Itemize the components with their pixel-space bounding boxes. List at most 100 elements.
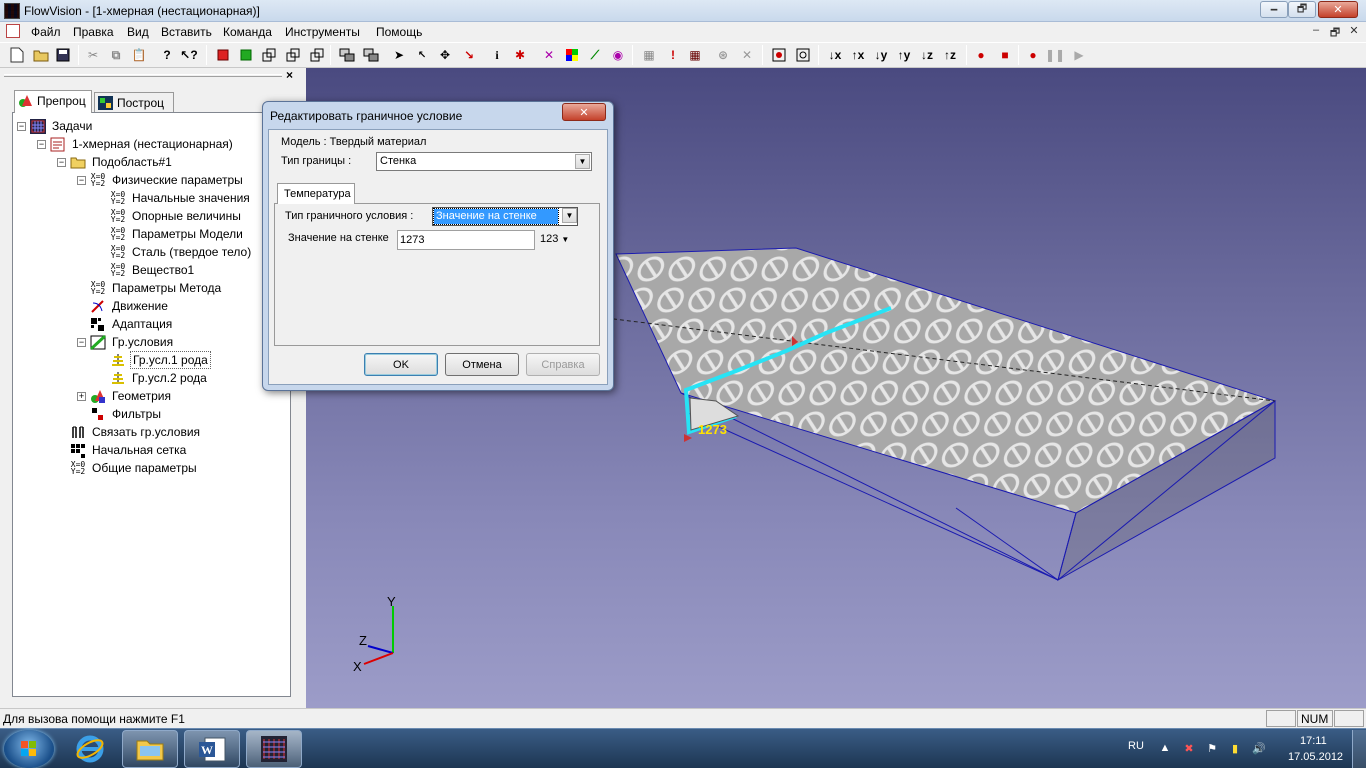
panel-grip[interactable] xyxy=(4,74,282,77)
layers-icon[interactable] xyxy=(260,46,278,64)
taskbar-flowvision[interactable] xyxy=(246,730,302,768)
run-icon[interactable]: ● xyxy=(972,46,990,64)
tree-node-steel[interactable]: X=0 Y=2 Сталь (твердое тело) xyxy=(17,243,290,261)
taskbar-explorer[interactable] xyxy=(122,730,178,768)
collapse-toggle[interactable]: − xyxy=(77,337,86,347)
tree-node-adaptation[interactable]: Адаптация xyxy=(17,315,290,333)
menu-file[interactable]: Файл xyxy=(31,25,61,39)
bc-type-dropdown[interactable]: ▼ xyxy=(560,208,577,225)
tab-temperature[interactable]: Температура xyxy=(277,183,355,204)
clock-date[interactable]: 17.05.2012 xyxy=(1288,751,1343,763)
tree-node-initial[interactable]: X=0 Y=2 Начальные значения xyxy=(17,189,290,207)
tree-node-method-params[interactable]: X=0 Y=2 Параметры Метода xyxy=(17,279,290,297)
cut-icon[interactable]: ✂ xyxy=(84,46,102,64)
axis-up-z-icon[interactable]: ↑z xyxy=(939,46,961,64)
layers2-icon[interactable] xyxy=(284,46,302,64)
project-tree[interactable]: − Задачи −1-хмерная (нестационарная) − Под… xyxy=(12,112,291,697)
open-icon[interactable] xyxy=(32,46,50,64)
start-button[interactable] xyxy=(4,730,54,768)
close-button[interactable]: ✕ xyxy=(1318,1,1358,18)
tree-node-filters[interactable]: Фильтры xyxy=(17,405,290,423)
tree-node-geometry[interactable]: + Геометрия xyxy=(17,387,290,405)
tab-preprocessor[interactable]: Препроц xyxy=(14,90,92,113)
grid-icon[interactable]: ▦ xyxy=(640,46,658,64)
help-icon[interactable]: ? xyxy=(158,46,176,64)
grid2-icon[interactable]: ▦ xyxy=(686,46,704,64)
collapse-toggle[interactable]: − xyxy=(17,121,26,131)
copy-icon[interactable]: ⧉ xyxy=(107,46,125,64)
minimize-button[interactable]: 🗕 xyxy=(1260,1,1288,18)
camera2-icon[interactable] xyxy=(794,46,812,64)
flowvision-app-icon[interactable] xyxy=(4,3,20,19)
tree-node-substance[interactable]: X=0 Y=2 Вещество1 xyxy=(17,261,290,279)
pointer-icon[interactable]: ➤ xyxy=(390,46,408,64)
probe-icon[interactable]: ↘ xyxy=(460,46,478,64)
bc-type-value[interactable]: Значение на стенке xyxy=(433,208,559,225)
volume-icon[interactable]: 🔊 xyxy=(1252,742,1266,756)
tab-postprocessor[interactable]: Построц xyxy=(94,92,174,113)
paste-icon[interactable]: 📋 xyxy=(130,46,148,64)
cube-red-icon[interactable] xyxy=(214,46,232,64)
mdi-close-button[interactable]: ✕ xyxy=(1346,24,1362,39)
tree-node-subdomain[interactable]: − Подобласть#1 xyxy=(17,153,290,171)
chevron-down-icon[interactable]: ▼ xyxy=(561,235,569,244)
layers3-icon[interactable] xyxy=(308,46,326,64)
clock-time[interactable]: 17:11 xyxy=(1300,735,1327,747)
wall-value-input[interactable] xyxy=(397,230,535,250)
show-desktop-button[interactable] xyxy=(1352,730,1366,768)
camera-icon[interactable] xyxy=(770,46,788,64)
unit-selector[interactable]: 123 ▼ xyxy=(538,230,575,250)
menu-edit[interactable]: Правка xyxy=(73,25,114,39)
menu-tools[interactable]: Инструменты xyxy=(285,25,360,39)
tree-node-link-bc[interactable]: Связать гр.условия xyxy=(17,423,290,441)
exclaim-icon[interactable]: ! xyxy=(664,46,682,64)
tree-node-reference[interactable]: X=0 Y=2 Опорные величины xyxy=(17,207,290,225)
tree-node-physical[interactable]: − X=0 Y=2 Физические параметры xyxy=(17,171,290,189)
action-center-icon[interactable]: ⚑ xyxy=(1205,742,1219,756)
pointer2-icon[interactable]: ↖ xyxy=(413,46,431,64)
graph-icon[interactable]: ⟋ xyxy=(586,46,604,64)
collapse-toggle[interactable]: − xyxy=(57,157,66,167)
boundary-type-select[interactable]: Стенка ▼ xyxy=(376,152,592,171)
menu-view[interactable]: Вид xyxy=(127,25,149,39)
tree-node-initial-grid[interactable]: Начальная сетка xyxy=(17,441,290,459)
panel-close-button[interactable]: × xyxy=(286,68,293,82)
chevron-down-icon[interactable]: ▼ xyxy=(562,208,577,223)
record-dot-icon[interactable]: ● xyxy=(1024,46,1042,64)
mdi-restore-button[interactable]: 🗗 xyxy=(1327,24,1343,39)
pause-icon[interactable]: ❚❚ xyxy=(1045,46,1065,64)
tree-node-bc1[interactable]: Гр.усл.1 рода xyxy=(17,351,290,369)
new-icon[interactable] xyxy=(8,46,26,64)
cross-icon[interactable]: ✕ xyxy=(738,46,756,64)
language-indicator[interactable]: RU xyxy=(1128,740,1144,752)
bug-icon[interactable]: ✱ xyxy=(511,46,529,64)
expand-toggle[interactable]: + xyxy=(77,391,86,401)
rgb-icon[interactable] xyxy=(563,46,581,64)
save-icon[interactable] xyxy=(54,46,72,64)
axis-up-x-icon[interactable]: ↑x xyxy=(847,46,869,64)
dialog-close-button[interactable]: ✕ xyxy=(562,103,606,121)
menu-command[interactable]: Команда xyxy=(223,25,272,39)
ok-button[interactable]: OK xyxy=(364,353,438,376)
info-icon[interactable]: i xyxy=(488,46,506,64)
chevron-down-icon[interactable]: ▼ xyxy=(575,154,590,169)
axis-down-z-icon[interactable]: ↓z xyxy=(916,46,938,64)
axis-down-x-icon[interactable]: ↓x xyxy=(824,46,846,64)
signal-icon[interactable]: ▮ xyxy=(1228,742,1242,756)
select-icon[interactable] xyxy=(338,46,356,64)
menu-insert[interactable]: Вставить xyxy=(161,25,212,39)
tree-node-bc[interactable]: − Гр.условия xyxy=(17,333,290,351)
cube-green-icon[interactable] xyxy=(237,46,255,64)
axis-down-y-icon[interactable]: ↓y xyxy=(870,46,892,64)
context-help-icon[interactable]: ↖? xyxy=(180,46,198,64)
help-button[interactable]: Справка xyxy=(526,353,600,376)
mdi-minimize-button[interactable]: – xyxy=(1308,24,1324,39)
tree-node-bc2[interactable]: Гр.усл.2 рода xyxy=(17,369,290,387)
play-icon[interactable]: ▶ xyxy=(1070,46,1088,64)
tree-node-project[interactable]: − 1-хмерная (нестационарная) xyxy=(17,135,290,153)
collapse-toggle[interactable]: − xyxy=(77,175,86,185)
document-icon[interactable] xyxy=(6,24,20,38)
tree-node-model-params[interactable]: X=0 Y=2 Параметры Модели xyxy=(17,225,290,243)
maximize-button[interactable]: 🗗 xyxy=(1288,1,1316,18)
network-icon[interactable]: ✖ xyxy=(1182,742,1196,756)
